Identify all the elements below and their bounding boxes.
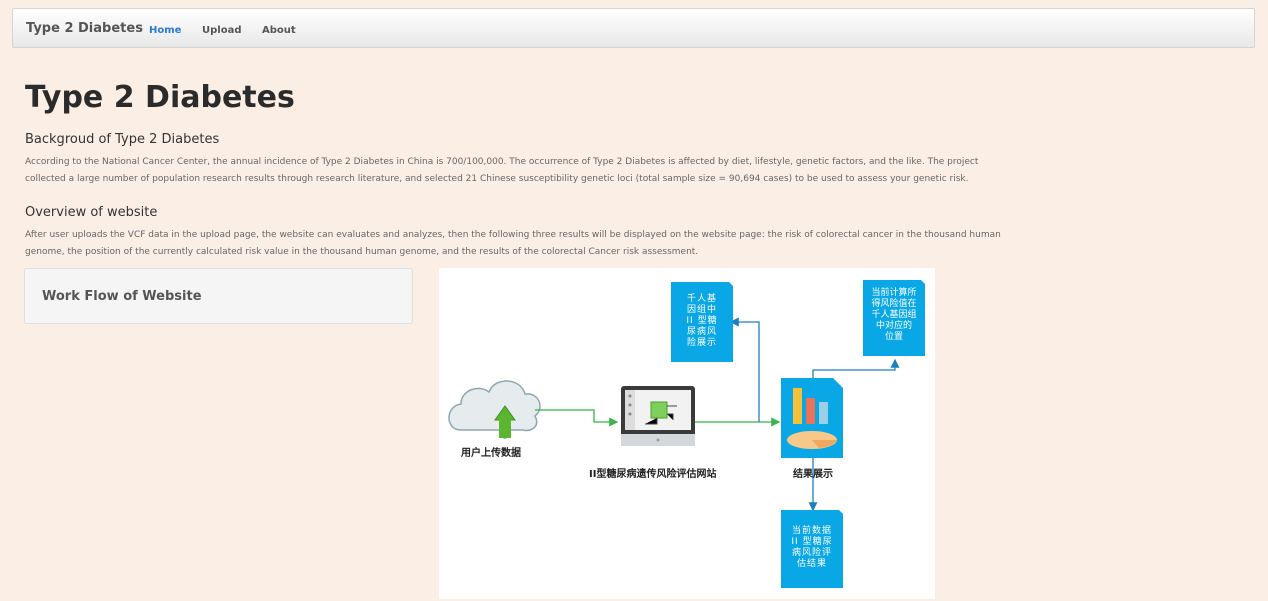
note-top-right-line: 千人基因组 bbox=[871, 310, 917, 320]
monitor-icon bbox=[621, 386, 695, 446]
nav-home-link[interactable]: Home bbox=[149, 25, 181, 36]
navbar-brand[interactable]: Type 2 Diabetes bbox=[26, 21, 143, 36]
cloud-upload-icon bbox=[448, 380, 541, 439]
note-top-left-line: 尿病风 bbox=[686, 327, 717, 337]
note-top-left-line: 千人基 bbox=[686, 294, 717, 304]
background-paragraph: According to the National Cancer Center,… bbox=[25, 154, 1055, 188]
note-top-right: 当前计算所 得风险值在 千人基因组 中对应的 位置 bbox=[863, 288, 925, 343]
website-label: II型糖尿病遗传风险评估网站 bbox=[589, 469, 717, 480]
page-title: Type 2 Diabetes bbox=[25, 80, 295, 115]
background-line-2: collected a large number of population r… bbox=[25, 174, 969, 184]
upload-data-label: 用户上传数据 bbox=[461, 448, 521, 459]
note-bottom-line: II 型糖尿 bbox=[791, 537, 833, 547]
note-top-left-line: II 型糖 bbox=[686, 316, 718, 326]
overview-line-2: genome, the position of the currently ca… bbox=[25, 247, 699, 257]
overview-line-1: After user uploads the VCF data in the u… bbox=[25, 230, 1001, 240]
note-bottom-line: 病风险评 bbox=[791, 548, 832, 558]
nav-upload-link[interactable]: Upload bbox=[202, 25, 241, 36]
note-bottom-line: 估结果 bbox=[796, 559, 827, 569]
result-chart-icon bbox=[781, 378, 843, 458]
note-bottom: 当前数据 II 型糖尿 病风险评 估结果 bbox=[783, 526, 841, 570]
note-top-left-line: 因组中 bbox=[686, 305, 717, 315]
note-bottom-line: 当前数据 bbox=[791, 526, 832, 536]
note-top-left: 千人基 因组中 II 型糖 尿病风 险展示 bbox=[673, 294, 731, 349]
overview-paragraph: After user uploads the VCF data in the u… bbox=[25, 227, 1055, 261]
background-heading: Backgroud of Type 2 Diabetes bbox=[25, 132, 220, 147]
note-top-left-line: 险展示 bbox=[686, 338, 717, 348]
overview-heading: Overview of website bbox=[25, 205, 158, 220]
workflow-diagram: 千人基 因组中 II 型糖 尿病风 险展示 当前计算所 得风险值在 千人基因组 … bbox=[439, 268, 935, 599]
note-top-right-line: 得风险值在 bbox=[871, 299, 917, 309]
note-top-right-line: 位置 bbox=[884, 332, 903, 342]
workflow-title: Work Flow of Website bbox=[42, 289, 202, 304]
background-line-1: According to the National Cancer Center,… bbox=[25, 157, 979, 167]
nav-about-link[interactable]: About bbox=[262, 25, 296, 36]
note-top-right-line: 中对应的 bbox=[875, 321, 912, 331]
result-display-label: 结果展示 bbox=[793, 469, 833, 480]
note-top-right-line: 当前计算所 bbox=[871, 288, 917, 298]
top-navbar: Type 2 Diabetes Home Upload About bbox=[12, 8, 1255, 48]
workflow-panel: Work Flow of Website bbox=[24, 268, 413, 324]
